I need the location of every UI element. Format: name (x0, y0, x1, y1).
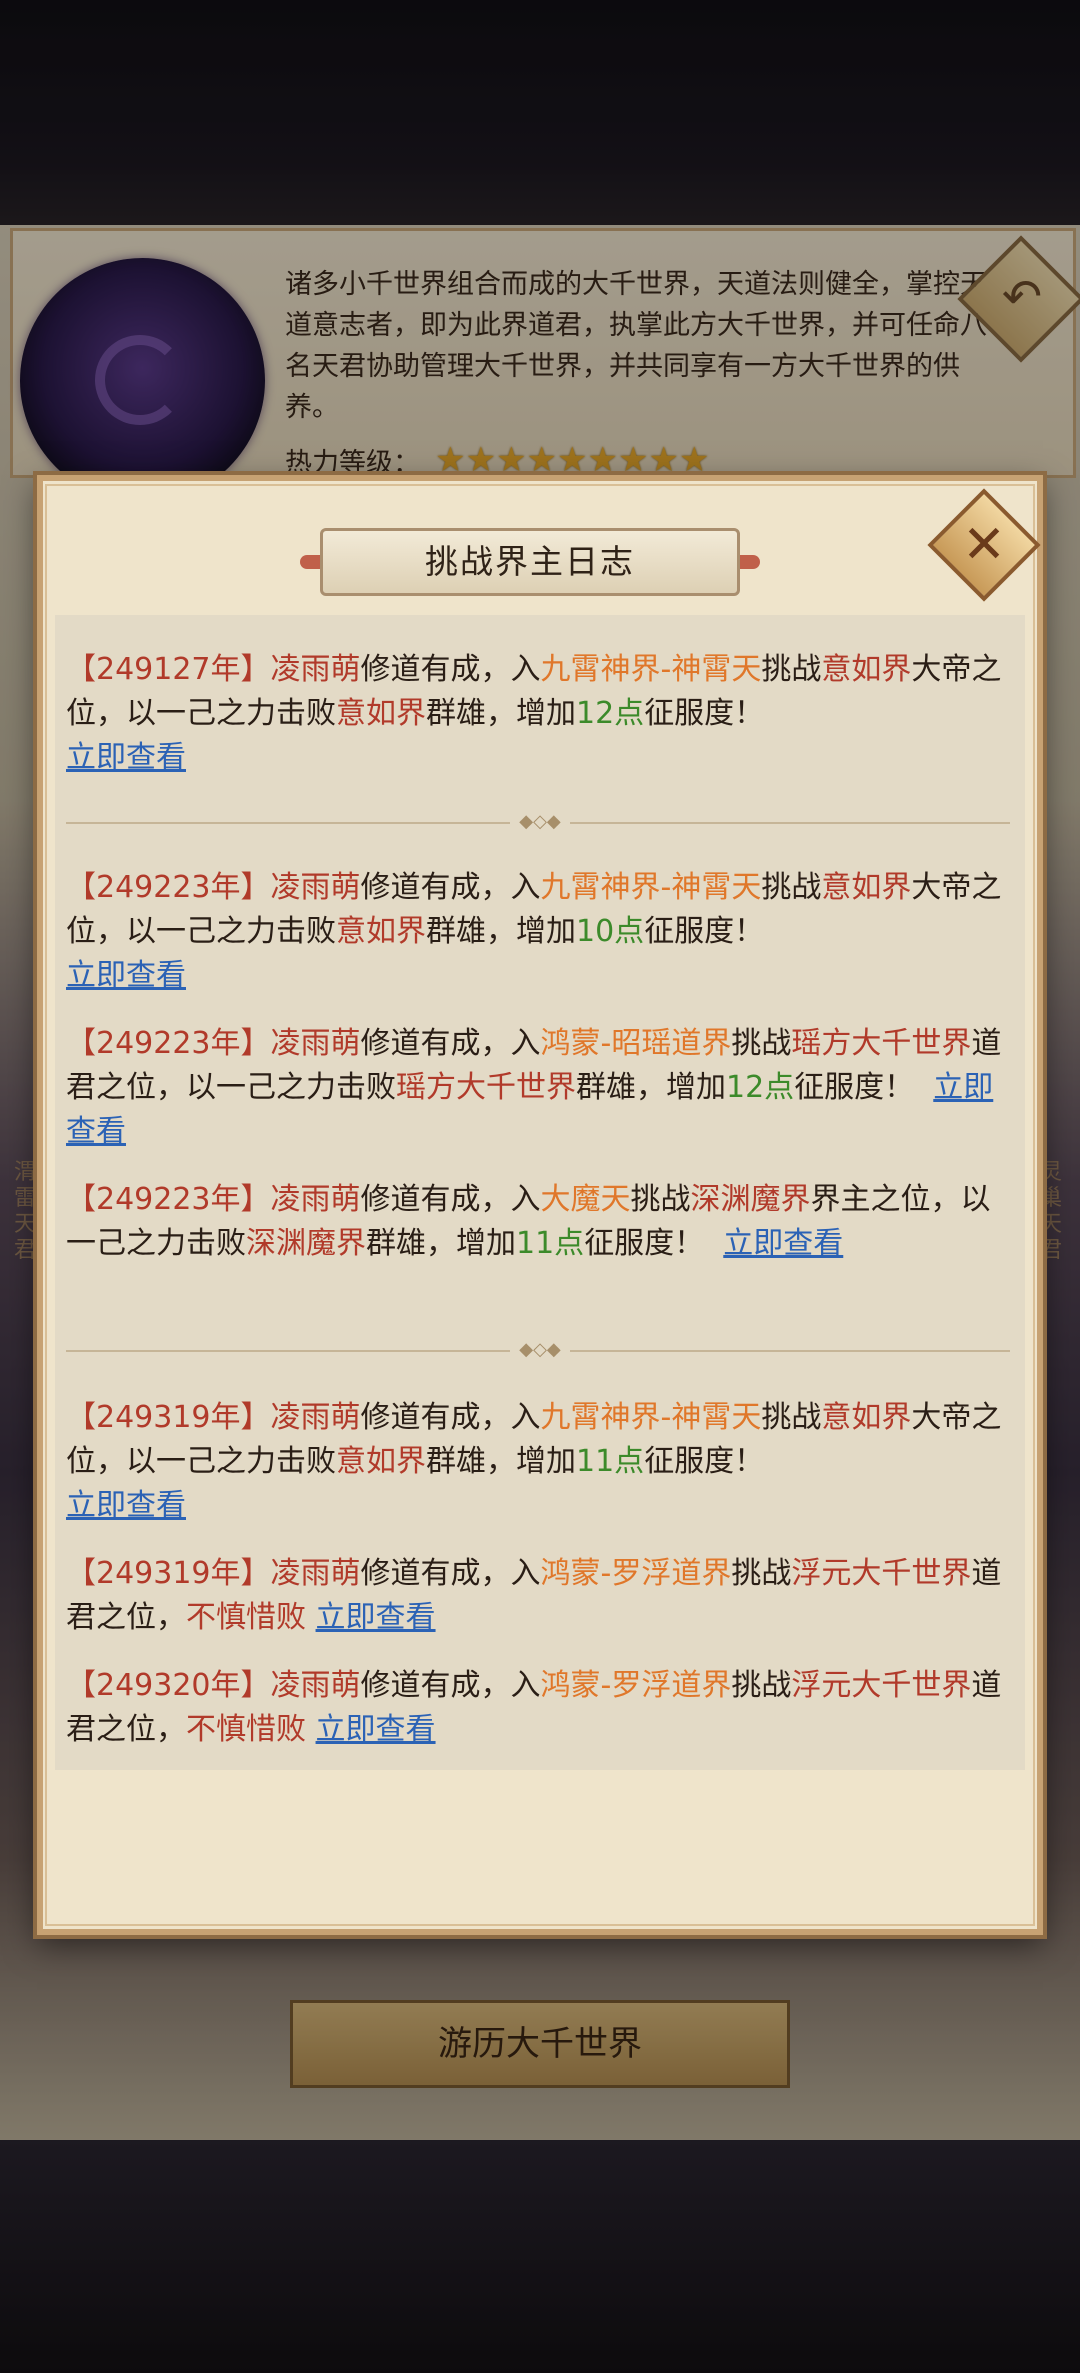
close-icon: ✕ (962, 515, 1006, 575)
log-entry: 【249320年】凌雨萌修道有成，入鸿蒙-罗浮道界挑战浮元大千世界道君之位，不慎… (66, 1668, 1002, 1747)
log-entry: 【249223年】凌雨萌修道有成，入大魔天挑战深渊魔界界主之位，以一己之力击败深… (66, 1182, 991, 1261)
log-entry: 【249319年】凌雨萌修道有成，入鸿蒙-罗浮道界挑战浮元大千世界道君之位，不慎… (66, 1556, 1002, 1635)
log-entry: 【249223年】凌雨萌修道有成，入鸿蒙-昭瑶道界挑战瑶方大千世界道君之位，以一… (66, 1026, 1002, 1149)
view-now-link[interactable]: 立即查看 (66, 740, 186, 775)
log-entry: 【249127年】凌雨萌修道有成，入九霄神界-神霄天挑战意如界大帝之位，以一己之… (66, 652, 1002, 775)
log-entry: 【249319年】凌雨萌修道有成，入九霄神界-神霄天挑战意如界大帝之位，以一己之… (66, 1400, 1002, 1523)
view-now-link[interactable]: 立即查看 (66, 1488, 186, 1523)
view-now-link[interactable]: 立即查看 (66, 958, 186, 993)
view-now-link[interactable]: 立即查看 (723, 1226, 843, 1261)
divider-ornament: ◆◇◆ (510, 813, 570, 831)
modal-title: 挑战界主日志 (320, 528, 740, 596)
view-now-link[interactable]: 立即查看 (316, 1600, 436, 1635)
divider-ornament: ◆◇◆ (510, 1341, 570, 1359)
log-entry: 【249223年】凌雨萌修道有成，入九霄神界-神霄天挑战意如界大帝之位，以一己之… (66, 870, 1002, 993)
view-now-link[interactable]: 立即查看 (316, 1712, 436, 1747)
